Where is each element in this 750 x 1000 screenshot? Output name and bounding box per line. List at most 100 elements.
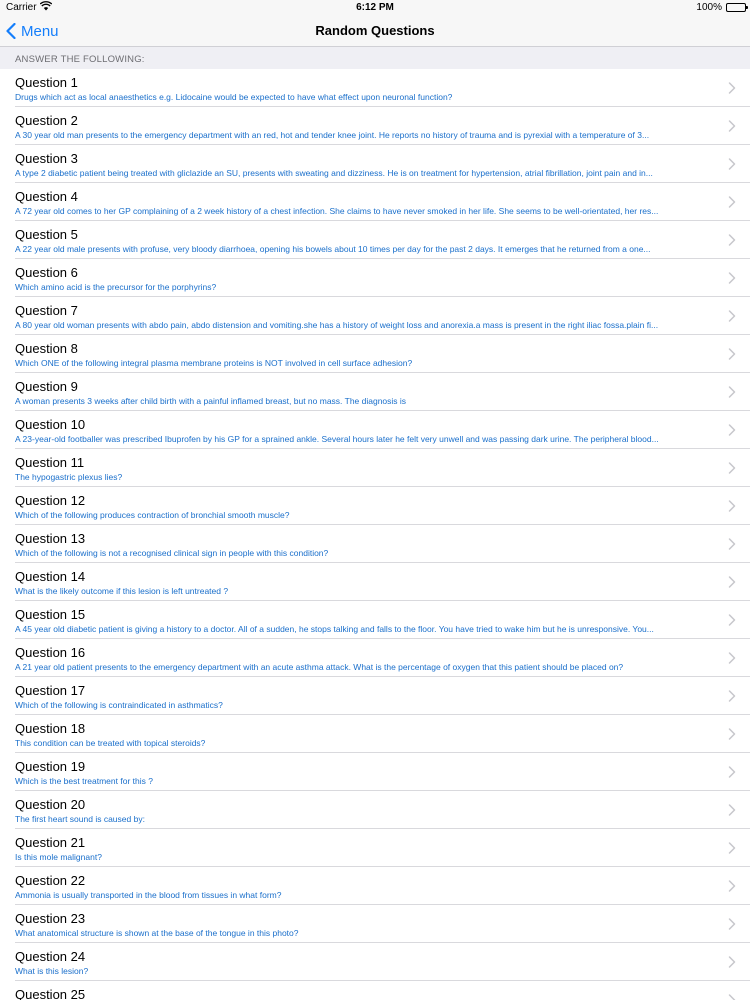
question-row-15[interactable]: Question 15 A 45 year old diabetic patie… [0,601,750,639]
chevron-right-icon [728,120,736,132]
question-preview: Which amino acid is the precursor for th… [15,282,217,292]
chevron-right-icon [728,880,736,892]
question-list[interactable]: Question 1 Drugs which act as local anae… [0,69,750,1000]
question-row-9[interactable]: Question 9 A woman presents 3 weeks afte… [0,373,750,411]
question-preview: Ammonia is usually transported in the bl… [15,890,282,900]
question-row-24[interactable]: Question 24 What is this lesion? [0,943,750,981]
status-time: 6:12 PM [356,2,394,13]
question-title: Question 2 [15,113,78,128]
chevron-right-icon [728,576,736,588]
chevron-right-icon [728,272,736,284]
question-preview: Which is the best treatment for this ? [15,776,153,786]
question-title: Question 6 [15,265,78,280]
question-row-23[interactable]: Question 23 What anatomical structure is… [0,905,750,943]
question-preview: What anatomical structure is shown at th… [15,928,299,938]
question-row-2[interactable]: Question 2 A 30 year old man presents to… [0,107,750,145]
question-title: Question 16 [15,645,86,660]
question-title: Question 23 [15,911,86,926]
question-preview: This condition can be treated with topic… [15,738,206,748]
question-title: Question 15 [15,607,86,622]
question-title: Question 21 [15,835,86,850]
question-title: Question 9 [15,379,78,394]
question-preview: A 23-year-old footballer was prescribed … [15,434,659,444]
chevron-right-icon [728,386,736,398]
question-row-4[interactable]: Question 4 A 72 year old comes to her GP… [0,183,750,221]
question-preview: A type 2 diabetic patient being treated … [15,168,653,178]
page-title: Random Questions [315,23,435,38]
question-row-1[interactable]: Question 1 Drugs which act as local anae… [0,69,750,107]
question-title: Question 8 [15,341,78,356]
chevron-right-icon [728,766,736,778]
question-row-21[interactable]: Question 21 Is this mole malignant? [0,829,750,867]
chevron-right-icon [728,956,736,968]
chevron-right-icon [728,614,736,626]
question-row-14[interactable]: Question 14 What is the likely outcome i… [0,563,750,601]
chevron-right-icon [728,538,736,550]
question-title: Question 25 [15,987,86,1000]
question-title: Question 3 [15,151,78,166]
question-row-5[interactable]: Question 5 A 22 year old male presents w… [0,221,750,259]
question-title: Question 17 [15,683,86,698]
question-row-8[interactable]: Question 8 Which ONE of the following in… [0,335,750,373]
question-title: Question 20 [15,797,86,812]
question-row-6[interactable]: Question 6 Which amino acid is the precu… [0,259,750,297]
question-preview: The first heart sound is caused by: [15,814,145,824]
question-preview: Which ONE of the following integral plas… [15,358,413,368]
chevron-right-icon [728,728,736,740]
question-title: Question 22 [15,873,86,888]
navigation-bar: Menu Random Questions [0,16,750,47]
question-row-7[interactable]: Question 7 A 80 year old woman presents … [0,297,750,335]
question-title: Question 7 [15,303,78,318]
question-preview: A 80 year old woman presents with abdo p… [15,320,659,330]
battery-icon [726,3,748,12]
question-row-17[interactable]: Question 17 Which of the following is co… [0,677,750,715]
question-row-22[interactable]: Question 22 Ammonia is usually transport… [0,867,750,905]
question-row-3[interactable]: Question 3 A type 2 diabetic patient bei… [0,145,750,183]
question-row-13[interactable]: Question 13 Which of the following is no… [0,525,750,563]
chevron-right-icon [728,842,736,854]
question-preview: Which of the following is contraindicate… [15,700,223,710]
chevron-right-icon [728,994,736,1000]
question-title: Question 13 [15,531,86,546]
question-row-20[interactable]: Question 20 The first heart sound is cau… [0,791,750,829]
chevron-right-icon [728,462,736,474]
battery-percentage: 100% [696,2,722,13]
section-header: ANSWER THE FOLLOWING: [0,47,750,69]
chevron-right-icon [728,234,736,246]
question-title: Question 12 [15,493,86,508]
chevron-right-icon [728,690,736,702]
question-preview: A woman presents 3 weeks after child bir… [15,396,407,406]
question-preview: What is the likely outcome if this lesio… [15,586,229,596]
question-row-11[interactable]: Question 11 The hypogastric plexus lies? [0,449,750,487]
chevron-right-icon [728,424,736,436]
chevron-right-icon [728,348,736,360]
question-row-19[interactable]: Question 19 Which is the best treatment … [0,753,750,791]
chevron-right-icon [728,158,736,170]
question-preview: The hypogastric plexus lies? [15,472,123,482]
question-row-16[interactable]: Question 16 A 21 year old patient presen… [0,639,750,677]
question-title: Question 11 [15,455,85,470]
status-bar: Carrier 6:12 PM 100% [0,0,750,16]
chevron-right-icon [728,652,736,664]
chevron-right-icon [728,196,736,208]
chevron-right-icon [728,310,736,322]
chevron-right-icon [728,82,736,94]
question-preview: Drugs which act as local anaesthetics e.… [15,92,453,102]
question-title: Question 10 [15,417,86,432]
question-preview: A 30 year old man presents to the emerge… [15,130,650,140]
question-row-12[interactable]: Question 12 Which of the following produ… [0,487,750,525]
question-title: Question 14 [15,569,86,584]
question-preview: A 21 year old patient presents to the em… [15,662,624,672]
question-preview: A 45 year old diabetic patient is giving… [15,624,654,634]
question-preview: Is this mole malignant? [15,852,102,862]
question-title: Question 1 [15,75,78,90]
question-preview: What is this lesion? [15,966,89,976]
question-row-18[interactable]: Question 18 This condition can be treate… [0,715,750,753]
question-title: Question 4 [15,189,78,204]
question-title: Question 19 [15,759,86,774]
question-preview: A 22 year old male presents with profuse… [15,244,651,254]
question-row-10[interactable]: Question 10 A 23-year-old footballer was… [0,411,750,449]
question-row-25[interactable]: Question 25 [0,981,750,1000]
question-preview: Which of the following produces contract… [15,510,290,520]
chevron-right-icon [728,500,736,512]
